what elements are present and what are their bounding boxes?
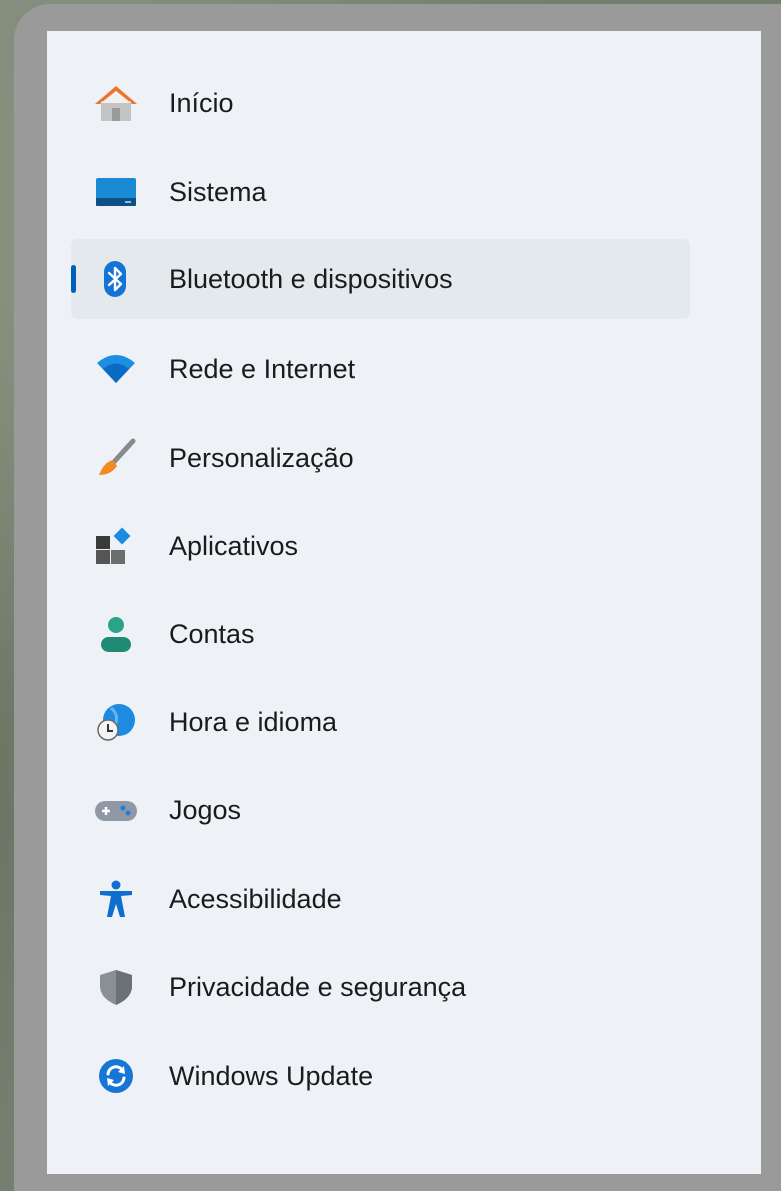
update-icon — [91, 1056, 141, 1096]
apps-icon — [91, 526, 141, 566]
sidebar-item-label: Hora e idioma — [169, 707, 338, 737]
globe-clock-icon — [91, 702, 141, 742]
user-icon — [91, 614, 141, 654]
sidebar-item-privacidade[interactable]: Privacidade e segurança — [71, 947, 690, 1027]
sidebar-item-hora[interactable]: Hora e idioma — [71, 682, 690, 762]
sidebar-item-inicio[interactable]: Início — [71, 63, 690, 143]
accessibility-icon — [91, 879, 141, 919]
sidebar-item-label: Rede e Internet — [169, 354, 356, 384]
bluetooth-icon — [91, 259, 141, 299]
sidebar-item-rede[interactable]: Rede e Internet — [71, 329, 690, 409]
sidebar-item-label: Início — [169, 88, 234, 118]
sidebar-item-label: Aplicativos — [169, 531, 299, 561]
sidebar-item-label: Personalização — [169, 443, 354, 473]
sidebar-item-windows-update[interactable]: Windows Update — [71, 1036, 690, 1116]
gamepad-icon — [91, 790, 141, 830]
sidebar-item-bluetooth[interactable]: Bluetooth e dispositivos — [71, 239, 690, 319]
sidebar-item-acessibilidade[interactable]: Acessibilidade — [71, 859, 690, 939]
selection-indicator — [71, 265, 76, 293]
sidebar-item-label: Privacidade e segurança — [169, 972, 467, 1002]
sidebar-item-label: Acessibilidade — [169, 884, 342, 914]
sidebar-item-sistema[interactable]: Sistema — [71, 152, 690, 232]
sidebar-item-label: Sistema — [169, 177, 267, 207]
sidebar-item-label: Jogos — [169, 795, 242, 825]
paintbrush-icon — [91, 438, 141, 478]
sidebar-item-contas[interactable]: Contas — [71, 594, 690, 674]
sidebar-item-jogos[interactable]: Jogos — [71, 770, 690, 850]
sidebar-item-personalizacao[interactable]: Personalização — [71, 418, 690, 498]
sidebar-item-aplicativos[interactable]: Aplicativos — [71, 506, 690, 586]
wifi-icon — [91, 349, 141, 389]
home-icon — [91, 83, 141, 123]
sidebar-item-label: Windows Update — [169, 1061, 374, 1091]
system-icon — [91, 172, 141, 212]
sidebar-item-label: Bluetooth e dispositivos — [169, 264, 453, 294]
shield-icon — [91, 967, 141, 1007]
sidebar-item-label: Contas — [169, 619, 255, 649]
